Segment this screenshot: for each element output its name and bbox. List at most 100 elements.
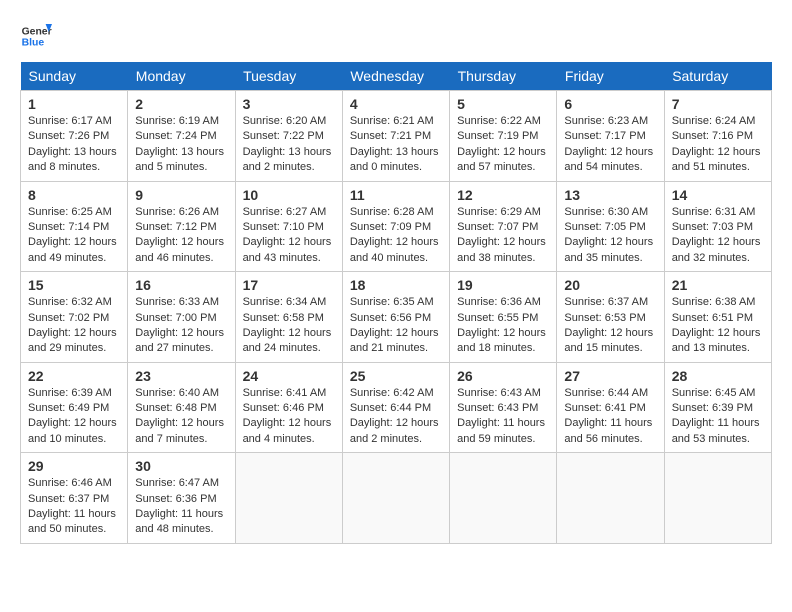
calendar-cell — [664, 453, 771, 544]
day-number: 17 — [243, 277, 335, 293]
day-info: Sunrise: 6:31 AM Sunset: 7:03 PM Dayligh… — [672, 205, 764, 267]
day-number: 8 — [28, 187, 120, 203]
calendar-cell — [342, 453, 449, 544]
day-info: Sunrise: 6:34 AM Sunset: 6:58 PM Dayligh… — [243, 295, 335, 357]
weekday-header: Saturday — [664, 62, 771, 91]
calendar-header-row: SundayMondayTuesdayWednesdayThursdayFrid… — [21, 62, 772, 91]
day-info: Sunrise: 6:36 AM Sunset: 6:55 PM Dayligh… — [457, 295, 549, 357]
day-number: 13 — [564, 187, 656, 203]
logo: General Blue — [20, 20, 52, 52]
calendar-cell: 6 Sunrise: 6:23 AM Sunset: 7:17 PM Daylig… — [557, 91, 664, 182]
svg-text:Blue: Blue — [22, 38, 45, 49]
calendar-cell: 9 Sunrise: 6:26 AM Sunset: 7:12 PM Daylig… — [128, 181, 235, 272]
calendar-cell: 2 Sunrise: 6:19 AM Sunset: 7:24 PM Daylig… — [128, 91, 235, 182]
calendar-week-row: 15Sunrise: 6:32 AM Sunset: 7:02 PM Dayli… — [21, 272, 772, 363]
day-number: 3 — [243, 96, 335, 112]
day-number: 21 — [672, 277, 764, 293]
day-number: 19 — [457, 277, 549, 293]
day-number: 29 — [28, 458, 120, 474]
day-info: Sunrise: 6:20 AM Sunset: 7:22 PM Dayligh… — [243, 114, 335, 176]
calendar-cell: 5 Sunrise: 6:22 AM Sunset: 7:19 PM Daylig… — [450, 91, 557, 182]
calendar-cell: 25Sunrise: 6:42 AM Sunset: 6:44 PM Dayli… — [342, 362, 449, 453]
day-info: Sunrise: 6:32 AM Sunset: 7:02 PM Dayligh… — [28, 295, 120, 357]
calendar-cell: 3 Sunrise: 6:20 AM Sunset: 7:22 PM Daylig… — [235, 91, 342, 182]
day-info: Sunrise: 6:43 AM Sunset: 6:43 PM Dayligh… — [457, 386, 549, 448]
day-info: Sunrise: 6:46 AM Sunset: 6:37 PM Dayligh… — [28, 476, 120, 538]
day-number: 16 — [135, 277, 227, 293]
weekday-header: Sunday — [21, 62, 128, 91]
calendar-cell: 26 Sunrise: 6:43 AM Sunset: 6:43 PM Dayli… — [450, 362, 557, 453]
day-number: 22 — [28, 368, 120, 384]
day-info: Sunrise: 6:35 AM Sunset: 6:56 PM Dayligh… — [350, 295, 442, 357]
day-number: 7 — [672, 96, 764, 112]
day-info: Sunrise: 6:38 AM Sunset: 6:51 PM Dayligh… — [672, 295, 764, 357]
day-info: Sunrise: 6:39 AM Sunset: 6:49 PM Dayligh… — [28, 386, 120, 448]
calendar-cell: 29 Sunrise: 6:46 AM Sunset: 6:37 PM Dayli… — [21, 453, 128, 544]
calendar-cell: 12 Sunrise: 6:29 AM Sunset: 7:07 PM Dayli… — [450, 181, 557, 272]
day-info: Sunrise: 6:30 AM Sunset: 7:05 PM Dayligh… — [564, 205, 656, 267]
calendar-cell: 14Sunrise: 6:31 AM Sunset: 7:03 PM Dayli… — [664, 181, 771, 272]
calendar-body: 1Sunrise: 6:17 AM Sunset: 7:26 PM Daylig… — [21, 91, 772, 544]
day-info: Sunrise: 6:28 AM Sunset: 7:09 PM Dayligh… — [350, 205, 442, 267]
day-number: 28 — [672, 368, 764, 384]
day-number: 12 — [457, 187, 549, 203]
day-info: Sunrise: 6:45 AM Sunset: 6:39 PM Dayligh… — [672, 386, 764, 448]
calendar-cell: 16 Sunrise: 6:33 AM Sunset: 7:00 PM Dayli… — [128, 272, 235, 363]
day-info: Sunrise: 6:47 AM Sunset: 6:36 PM Dayligh… — [135, 476, 227, 538]
day-info: Sunrise: 6:29 AM Sunset: 7:07 PM Dayligh… — [457, 205, 549, 267]
weekday-header: Monday — [128, 62, 235, 91]
day-number: 6 — [564, 96, 656, 112]
calendar-cell — [235, 453, 342, 544]
day-info: Sunrise: 6:37 AM Sunset: 6:53 PM Dayligh… — [564, 295, 656, 357]
calendar-cell — [450, 453, 557, 544]
day-info: Sunrise: 6:26 AM Sunset: 7:12 PM Dayligh… — [135, 205, 227, 267]
calendar-cell: 28 Sunrise: 6:45 AM Sunset: 6:39 PM Dayli… — [664, 362, 771, 453]
calendar-cell: 27 Sunrise: 6:44 AM Sunset: 6:41 PM Dayli… — [557, 362, 664, 453]
day-number: 20 — [564, 277, 656, 293]
day-info: Sunrise: 6:40 AM Sunset: 6:48 PM Dayligh… — [135, 386, 227, 448]
day-number: 23 — [135, 368, 227, 384]
calendar-cell: 10 Sunrise: 6:27 AM Sunset: 7:10 PM Dayli… — [235, 181, 342, 272]
calendar-cell: 23 Sunrise: 6:40 AM Sunset: 6:48 PM Dayli… — [128, 362, 235, 453]
header: General Blue — [20, 20, 772, 52]
weekday-header: Wednesday — [342, 62, 449, 91]
day-number: 27 — [564, 368, 656, 384]
day-number: 4 — [350, 96, 442, 112]
day-number: 11 — [350, 187, 442, 203]
calendar-cell — [557, 453, 664, 544]
day-number: 9 — [135, 187, 227, 203]
calendar-cell: 18 Sunrise: 6:35 AM Sunset: 6:56 PM Dayli… — [342, 272, 449, 363]
weekday-header: Friday — [557, 62, 664, 91]
day-number: 25 — [350, 368, 442, 384]
day-number: 18 — [350, 277, 442, 293]
calendar-cell: 22 Sunrise: 6:39 AM Sunset: 6:49 PM Dayli… — [21, 362, 128, 453]
day-info: Sunrise: 6:25 AM Sunset: 7:14 PM Dayligh… — [28, 205, 120, 267]
calendar-cell: 19 Sunrise: 6:36 AM Sunset: 6:55 PM Dayli… — [450, 272, 557, 363]
day-info: Sunrise: 6:23 AM Sunset: 7:17 PM Dayligh… — [564, 114, 656, 176]
calendar-cell: 1Sunrise: 6:17 AM Sunset: 7:26 PM Daylig… — [21, 91, 128, 182]
day-info: Sunrise: 6:41 AM Sunset: 6:46 PM Dayligh… — [243, 386, 335, 448]
calendar-cell: 30 Sunrise: 6:47 AM Sunset: 6:36 PM Dayli… — [128, 453, 235, 544]
calendar-table: SundayMondayTuesdayWednesdayThursdayFrid… — [20, 62, 772, 544]
calendar-week-row: 29 Sunrise: 6:46 AM Sunset: 6:37 PM Dayli… — [21, 453, 772, 544]
day-info: Sunrise: 6:33 AM Sunset: 7:00 PM Dayligh… — [135, 295, 227, 357]
day-number: 5 — [457, 96, 549, 112]
day-info: Sunrise: 6:24 AM Sunset: 7:16 PM Dayligh… — [672, 114, 764, 176]
day-info: Sunrise: 6:27 AM Sunset: 7:10 PM Dayligh… — [243, 205, 335, 267]
day-info: Sunrise: 6:21 AM Sunset: 7:21 PM Dayligh… — [350, 114, 442, 176]
weekday-header: Thursday — [450, 62, 557, 91]
day-info: Sunrise: 6:22 AM Sunset: 7:19 PM Dayligh… — [457, 114, 549, 176]
day-info: Sunrise: 6:17 AM Sunset: 7:26 PM Dayligh… — [28, 114, 120, 176]
calendar-cell: 24Sunrise: 6:41 AM Sunset: 6:46 PM Dayli… — [235, 362, 342, 453]
day-number: 26 — [457, 368, 549, 384]
day-number: 10 — [243, 187, 335, 203]
calendar-cell: 15Sunrise: 6:32 AM Sunset: 7:02 PM Dayli… — [21, 272, 128, 363]
day-number: 30 — [135, 458, 227, 474]
day-number: 2 — [135, 96, 227, 112]
calendar-cell: 20 Sunrise: 6:37 AM Sunset: 6:53 PM Dayli… — [557, 272, 664, 363]
day-info: Sunrise: 6:44 AM Sunset: 6:41 PM Dayligh… — [564, 386, 656, 448]
calendar-cell: 8 Sunrise: 6:25 AM Sunset: 7:14 PM Daylig… — [21, 181, 128, 272]
calendar-cell: 13 Sunrise: 6:30 AM Sunset: 7:05 PM Dayli… — [557, 181, 664, 272]
day-info: Sunrise: 6:19 AM Sunset: 7:24 PM Dayligh… — [135, 114, 227, 176]
logo-icon: General Blue — [20, 20, 52, 52]
